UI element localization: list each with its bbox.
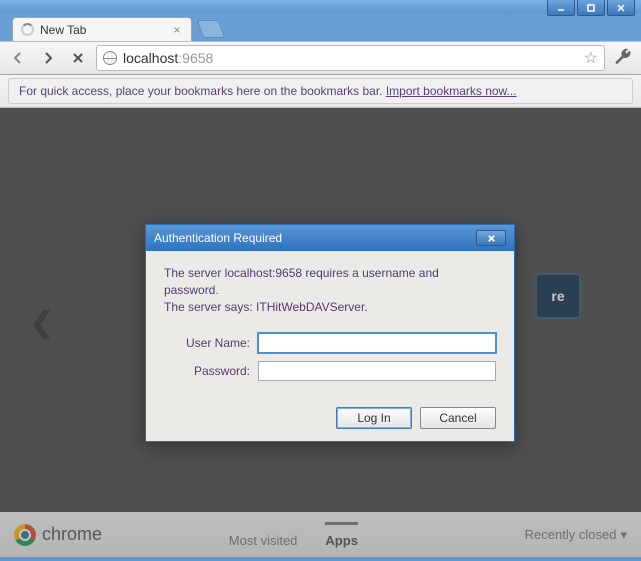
username-label: User Name: (164, 336, 250, 350)
bookmarks-hint-text: For quick access, place your bookmarks h… (19, 84, 386, 98)
bookmarks-hint: For quick access, place your bookmarks h… (8, 78, 633, 104)
dialog-message: The server localhost:9658 requires a use… (164, 265, 496, 315)
tab-strip: New Tab × (0, 14, 641, 41)
dialog-message-line1: The server localhost:9658 requires a use… (164, 265, 496, 299)
forward-button[interactable] (36, 46, 60, 70)
tab-close-button[interactable]: × (171, 24, 183, 36)
url-text: localhost:9658 (123, 50, 213, 66)
stop-button[interactable] (66, 46, 90, 70)
cancel-button[interactable]: Cancel (420, 407, 496, 429)
loading-spinner-icon (21, 23, 34, 36)
dialog-body: The server localhost:9658 requires a use… (146, 251, 514, 441)
window-titlebar (0, 0, 641, 14)
dialog-message-line2: The server says: ITHitWebDAVServer. (164, 299, 496, 316)
globe-icon (103, 51, 117, 65)
address-bar[interactable]: localhost:9658 ☆ (96, 45, 605, 71)
username-row: User Name: (164, 333, 496, 353)
password-label: Password: (164, 364, 250, 378)
dialog-buttons: Log In Cancel (164, 407, 496, 429)
password-input[interactable] (258, 361, 496, 381)
bookmark-star-icon[interactable]: ☆ (584, 48, 598, 68)
import-bookmarks-link[interactable]: Import bookmarks now... (386, 84, 517, 98)
browser-toolbar: localhost:9658 ☆ (0, 41, 641, 75)
username-input[interactable] (258, 333, 496, 353)
dialog-title-text: Authentication Required (154, 231, 282, 245)
window-maximize-button[interactable] (577, 0, 605, 16)
dialog-close-button[interactable] (476, 230, 506, 246)
password-row: Password: (164, 361, 496, 381)
tab-title: New Tab (40, 23, 86, 37)
window-close-button[interactable] (607, 0, 635, 16)
auth-dialog: Authentication Required The server local… (145, 224, 515, 442)
bookmarks-bar: For quick access, place your bookmarks h… (0, 75, 641, 108)
wrench-menu-button[interactable] (611, 46, 635, 70)
window-bottom-border (0, 557, 641, 561)
browser-tab[interactable]: New Tab × (12, 17, 192, 41)
back-button[interactable] (6, 46, 30, 70)
new-tab-button[interactable] (197, 20, 226, 38)
login-button[interactable]: Log In (336, 407, 412, 429)
window-minimize-button[interactable] (547, 0, 575, 16)
dialog-titlebar: Authentication Required (146, 225, 514, 251)
